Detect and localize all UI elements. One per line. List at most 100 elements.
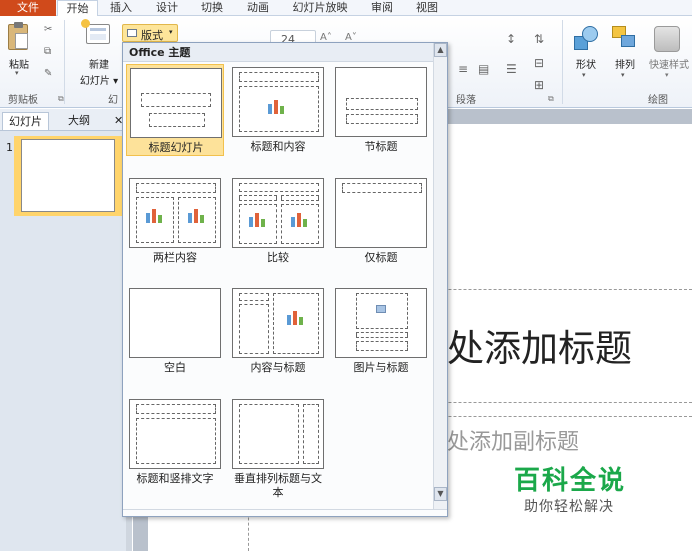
paragraph-dialog-launcher[interactable]: ⧉ — [548, 94, 554, 104]
layout-section-header[interactable]: 节标题 — [332, 64, 430, 156]
scroll-up-icon[interactable]: ▲ — [434, 43, 447, 57]
layout-button-label: 版式 — [141, 29, 163, 42]
content-icons — [144, 209, 166, 225]
scroll-down-icon[interactable]: ▼ — [434, 487, 447, 501]
layout-icon — [127, 29, 137, 37]
shapes-button[interactable]: 形状 — [571, 56, 601, 71]
content-icons — [266, 100, 288, 116]
new-slide-button[interactable]: 新建 — [86, 56, 112, 71]
quick-styles-icon[interactable] — [654, 26, 680, 52]
ribbon-tab-bar: 文件 开始 插入 设计 切换 动画 幻灯片放映 审阅 视图 — [0, 0, 692, 17]
tab-outline[interactable]: 大纲 — [62, 112, 96, 130]
align-text-icon[interactable]: ⊟ — [534, 56, 544, 70]
layout-thumb — [335, 178, 427, 248]
group-paragraph-label: 段落 — [456, 95, 476, 106]
tab-transitions[interactable]: 切换 — [197, 0, 227, 16]
layout-label: 图片与标题 — [353, 361, 409, 374]
group-slides-label: 幻 — [108, 95, 118, 106]
layout-label: 仅标题 — [364, 251, 398, 264]
layout-thumb — [335, 67, 427, 137]
smartart-icon[interactable]: ⊞ — [534, 78, 544, 92]
layout-title-and-vertical-text[interactable]: 标题和竖排文字 — [126, 396, 224, 488]
tab-design[interactable]: 设计 — [152, 0, 182, 16]
arrange-icon[interactable] — [612, 26, 638, 52]
arrange-button[interactable]: 排列 — [610, 56, 640, 71]
content-icons — [186, 209, 208, 225]
layout-label: 空白 — [164, 361, 186, 374]
layout-gallery: Office 主题 标题幻灯片 标题和内容 节标题 两栏内容 比较 仅标题 空白… — [122, 42, 448, 517]
columns-icon[interactable]: ☰ — [506, 62, 517, 76]
tab-file[interactable]: 文件 — [0, 0, 56, 16]
content-icons — [247, 213, 269, 229]
layout-title-only[interactable]: 仅标题 — [332, 175, 430, 267]
layout-label: 节标题 — [364, 140, 398, 153]
layout-title-slide[interactable]: 标题幻灯片 — [126, 64, 224, 156]
layout-label: 两栏内容 — [153, 251, 197, 264]
layout-blank[interactable]: 空白 — [126, 285, 224, 377]
tab-animations[interactable]: 动画 — [243, 0, 273, 16]
copy-icon[interactable]: ⧉ — [44, 46, 51, 57]
group-clipboard-label: 剪贴板 — [8, 95, 38, 106]
new-slide-label[interactable]: 幻灯片 ▾ — [76, 72, 122, 87]
text-direction-icon[interactable]: ⇅ — [534, 32, 544, 46]
subtitle-placeholder-text[interactable]: 处添加副标题 — [447, 424, 579, 456]
content-icons — [285, 311, 307, 327]
layout-thumb — [232, 67, 324, 137]
content-icons — [289, 213, 311, 229]
align-center-icon[interactable]: ≡ — [458, 62, 468, 76]
watermark-subtitle: 助你轻松解决 — [524, 499, 614, 515]
align-justify-icon[interactable]: ▤ — [478, 62, 489, 76]
format-painter-icon[interactable]: ✎ — [44, 68, 52, 79]
layout-label: 垂直排列标题与文本 — [234, 472, 322, 499]
paste-button[interactable]: 粘贴 — [4, 56, 34, 71]
layout-vertical-title-and-text[interactable]: 垂直排列标题与文本 — [229, 396, 327, 504]
tab-slides[interactable]: 幻灯片 — [2, 112, 49, 130]
slides-pane: 幻灯片 大纲 ✕ 1 — [0, 109, 132, 551]
pane-tab-bar: 幻灯片 大纲 ✕ — [0, 109, 132, 131]
layout-thumb — [129, 288, 221, 358]
gallery-resize-grip[interactable] — [123, 509, 447, 517]
paste-icon[interactable] — [8, 22, 28, 50]
tab-review[interactable]: 审阅 — [367, 0, 397, 16]
layout-comparison[interactable]: 比较 — [229, 175, 327, 267]
slide-number: 1 — [6, 141, 13, 154]
layout-thumb — [232, 288, 324, 358]
layout-thumb — [130, 68, 222, 138]
gallery-scrollbar[interactable]: ▲ ▼ — [433, 43, 447, 509]
arrange-dropdown-arrow[interactable]: ▾ — [621, 71, 625, 79]
line-spacing-icon[interactable]: ↕ — [506, 32, 516, 46]
gallery-header: Office 主题 — [123, 43, 433, 62]
layout-label: 标题和内容 — [250, 140, 306, 153]
layout-label: 比较 — [267, 251, 289, 264]
watermark-title: 百科全说 — [514, 466, 627, 496]
slide-thumbnail-preview — [21, 139, 115, 212]
slide-thumbnail[interactable] — [14, 136, 126, 216]
layout-two-content[interactable]: 两栏内容 — [126, 175, 224, 267]
layout-thumb — [335, 288, 427, 358]
layout-label: 标题幻灯片 — [148, 141, 204, 154]
quick-styles-button[interactable]: 快速样式 — [644, 56, 692, 71]
layout-label: 内容与标题 — [250, 361, 306, 374]
layout-thumb — [129, 178, 221, 248]
picture-icon — [376, 305, 386, 313]
tab-view[interactable]: 视图 — [412, 0, 442, 16]
quick-styles-dropdown-arrow[interactable]: ▾ — [665, 71, 669, 79]
layout-content-with-caption[interactable]: 内容与标题 — [229, 285, 327, 377]
clipboard-dialog-launcher[interactable]: ⧉ — [58, 94, 64, 104]
title-placeholder-text[interactable]: 处添加标题 — [447, 318, 632, 372]
cut-icon[interactable]: ✂ — [44, 24, 52, 35]
paste-dropdown-arrow[interactable]: ▾ — [15, 69, 19, 77]
layout-picture-with-caption[interactable]: 图片与标题 — [332, 285, 430, 377]
tab-insert[interactable]: 插入 — [106, 0, 136, 16]
layout-button[interactable]: 版式 ▾ — [122, 24, 178, 42]
tab-home[interactable]: 开始 — [57, 0, 98, 17]
tab-slideshow[interactable]: 幻灯片放映 — [287, 0, 353, 16]
shapes-icon[interactable] — [574, 26, 600, 52]
layout-thumb — [129, 399, 221, 469]
new-slide-icon[interactable] — [81, 19, 110, 44]
layout-title-and-content[interactable]: 标题和内容 — [229, 64, 327, 156]
shapes-dropdown-arrow[interactable]: ▾ — [582, 71, 586, 79]
layout-thumb — [232, 178, 324, 248]
layout-label: 标题和竖排文字 — [136, 472, 214, 485]
chevron-down-icon: ▾ — [169, 28, 173, 36]
